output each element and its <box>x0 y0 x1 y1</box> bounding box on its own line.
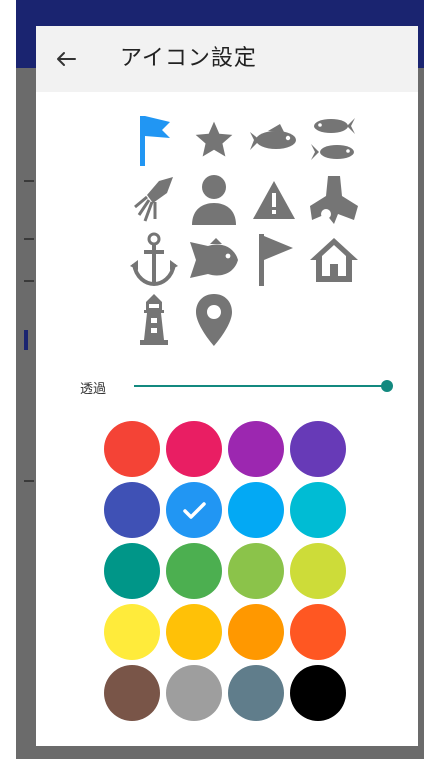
icon-option-flag[interactable] <box>122 110 186 170</box>
color-swatch[interactable] <box>228 604 284 660</box>
color-swatch[interactable] <box>290 543 346 599</box>
color-swatch[interactable] <box>228 421 284 477</box>
star-icon <box>195 121 233 157</box>
color-swatch[interactable] <box>166 604 222 660</box>
color-swatch[interactable] <box>290 665 346 721</box>
opacity-slider[interactable] <box>134 376 396 396</box>
person-icon <box>192 175 236 225</box>
icon-option-pennant-flag[interactable] <box>242 230 306 290</box>
icon-option-lighthouse[interactable] <box>122 290 186 350</box>
background-marker <box>24 330 28 350</box>
flag-icon <box>140 116 170 166</box>
lighthouse-icon <box>140 294 168 345</box>
icon-option-squid[interactable] <box>122 170 186 230</box>
color-swatch[interactable] <box>228 543 284 599</box>
checkmark-icon <box>183 502 206 519</box>
dialog-header: アイコン設定 <box>36 26 418 92</box>
background-divider <box>24 238 34 240</box>
background-divider <box>24 180 34 182</box>
opacity-label: 透過 <box>80 382 107 397</box>
pennant-flag-icon <box>259 234 293 286</box>
icon-option-two-fish[interactable] <box>302 110 366 170</box>
dialog-title: アイコン設定 <box>120 46 257 71</box>
map-pin-icon <box>196 294 232 346</box>
color-swatch[interactable] <box>290 604 346 660</box>
opacity-slider-thumb[interactable] <box>381 380 393 392</box>
icon-option-fish[interactable] <box>242 110 306 170</box>
icon-option-sea-bream[interactable] <box>182 230 246 290</box>
color-swatch[interactable] <box>290 482 346 538</box>
icon-settings-dialog: アイコン設定 透過 <box>36 26 418 746</box>
icon-option-tetrapod[interactable] <box>302 170 366 230</box>
icon-option-map-pin[interactable] <box>182 290 246 350</box>
two-fish-icon <box>311 118 355 160</box>
warning-icon <box>253 181 295 219</box>
icon-option-house[interactable] <box>302 230 366 290</box>
color-swatch[interactable] <box>228 482 284 538</box>
color-swatch[interactable] <box>166 482 222 538</box>
color-swatch[interactable] <box>104 543 160 599</box>
house-icon <box>310 238 358 282</box>
color-swatch[interactable] <box>290 421 346 477</box>
color-swatch[interactable] <box>104 604 160 660</box>
arrow-left-icon <box>57 52 76 66</box>
opacity-slider-track <box>134 385 388 387</box>
fish-icon <box>250 124 296 150</box>
background-divider <box>24 280 34 282</box>
sea-bream-icon <box>190 238 238 278</box>
color-swatch[interactable] <box>166 665 222 721</box>
color-swatch[interactable] <box>166 543 222 599</box>
color-swatch[interactable] <box>104 482 160 538</box>
screen: アイコン設定 透過 <box>0 0 441 759</box>
icon-option-star[interactable] <box>182 110 246 170</box>
color-swatch[interactable] <box>104 665 160 721</box>
background-divider <box>24 480 34 482</box>
anchor-icon <box>130 232 178 287</box>
color-swatch[interactable] <box>104 421 160 477</box>
squid-icon <box>134 177 173 222</box>
tetrapod-icon <box>310 176 358 224</box>
app-background: アイコン設定 透過 <box>16 0 424 759</box>
icon-option-person[interactable] <box>182 170 246 230</box>
back-button[interactable] <box>50 43 82 75</box>
icon-option-anchor[interactable] <box>122 230 186 290</box>
color-swatch[interactable] <box>228 665 284 721</box>
color-swatch[interactable] <box>166 421 222 477</box>
icon-option-warning[interactable] <box>242 170 306 230</box>
